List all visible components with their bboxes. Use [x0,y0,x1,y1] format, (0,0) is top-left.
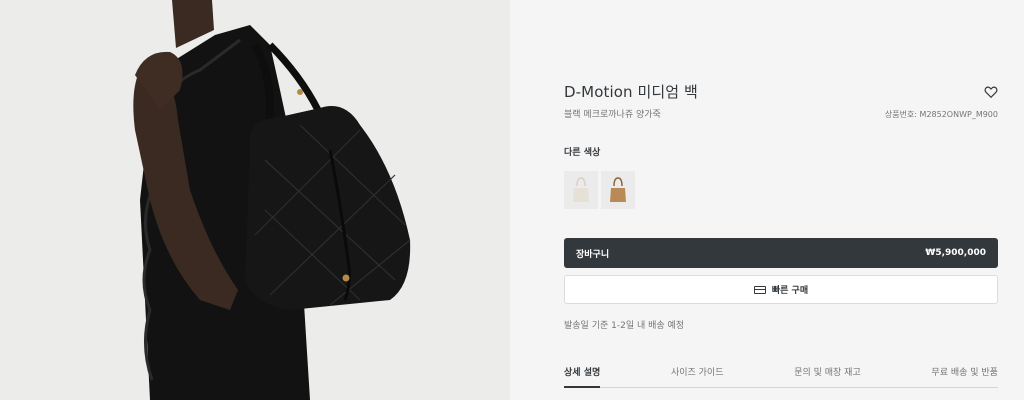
quick-buy-button[interactable]: 빠른 구매 [564,275,998,304]
product-subtitle: 블랙 메크로까나쥬 양가죽 [564,110,661,120]
cart-label: 장바구니 [576,249,610,260]
add-to-cart-button[interactable]: 장바구니 ₩5,900,000 [564,238,998,268]
latte-swatch[interactable] [564,171,598,209]
other-colors-label: 다른 색상 [564,148,601,158]
delivery-estimate: 발송일 기준 1-2일 내 배송 예정 [564,321,685,331]
tab-size-guide[interactable]: 사이즈 가이드 [671,365,724,387]
tab-description[interactable]: 상세 설명 [564,365,601,388]
quick-buy-label: 빠른 구매 [771,286,809,296]
tab-free-shipping[interactable]: 무료 배송 및 반품 [931,365,998,387]
credit-card-icon [753,285,766,294]
heart-icon[interactable] [984,84,998,99]
product-image [0,0,510,400]
product-info-tabs: 상세 설명 사이즈 가이드 문의 및 매장 재고 무료 배송 및 반품 [564,365,998,388]
product-details-panel: D-Motion 미디엄 백 블랙 메크로까나쥬 양가죽 상품번호: M2852… [510,0,1024,400]
tan-swatch[interactable] [601,171,635,209]
tab-inquiry-stock[interactable]: 문의 및 매장 재고 [794,365,861,387]
cart-price: ₩5,900,000 [925,248,986,258]
product-reference: 상품번호: M2852ONWP_M900 [884,110,998,119]
color-swatches [564,171,635,209]
product-title: D-Motion 미디엄 백 [564,83,698,101]
model-with-bag-illustration [0,0,510,400]
